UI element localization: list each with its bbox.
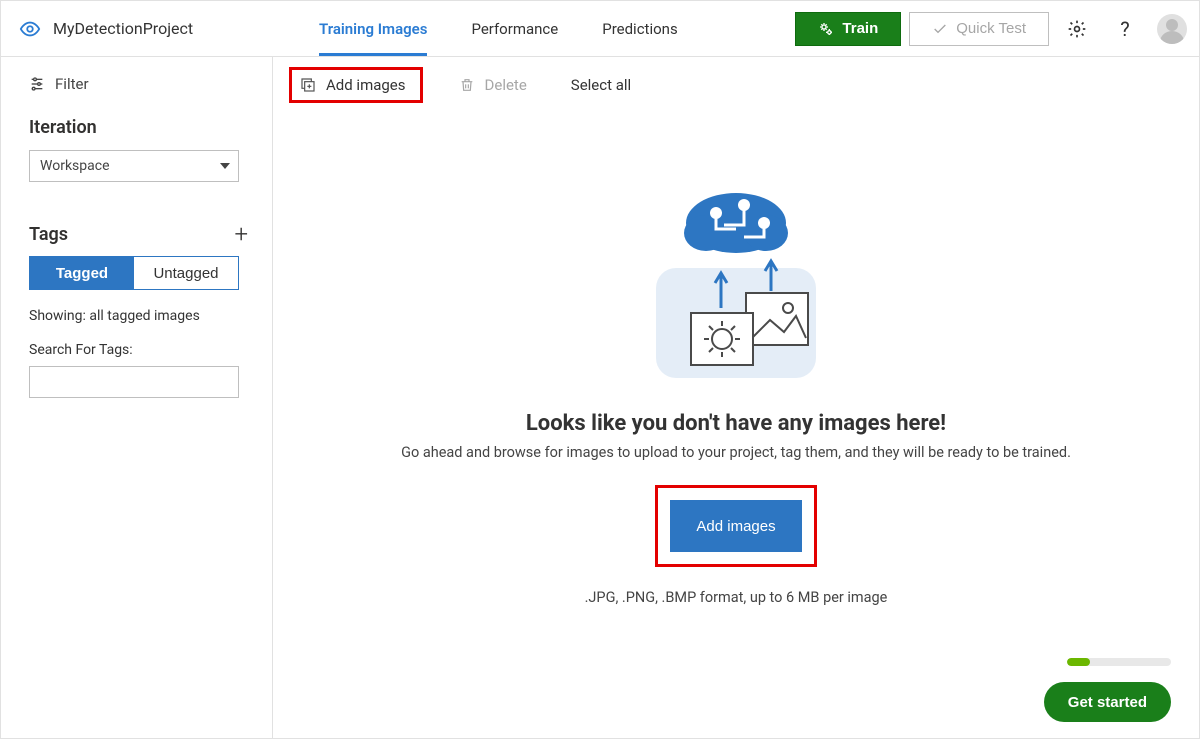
onboarding-progress <box>1067 658 1171 666</box>
search-tags-label: Search For Tags: <box>29 342 248 358</box>
empty-state: Looks like you don't have any images her… <box>273 173 1199 606</box>
search-tags-input[interactable] <box>29 366 239 398</box>
tab-training-images[interactable]: Training Images <box>297 1 449 56</box>
train-button[interactable]: Train <box>795 12 901 46</box>
help-icon: ? <box>1120 17 1129 41</box>
add-tag-button[interactable]: + <box>234 222 248 246</box>
delete-label: Delete <box>485 76 527 94</box>
tagged-filter-button[interactable]: Tagged <box>30 257 134 289</box>
iteration-heading: Iteration <box>29 117 248 138</box>
tab-predictions[interactable]: Predictions <box>580 1 699 56</box>
select-all-label: Select all <box>571 76 631 94</box>
brand-area: MyDetectionProject <box>1 1 297 56</box>
app-frame: MyDetectionProject Training Images Perfo… <box>0 0 1200 739</box>
delete-button: Delete <box>451 72 535 98</box>
add-images-icon <box>300 77 316 93</box>
filter-label: Filter <box>55 75 89 93</box>
main-area: Add images Delete Select all <box>273 57 1199 738</box>
iteration-selected-value: Workspace <box>40 158 110 174</box>
train-button-label: Train <box>842 20 878 37</box>
add-images-primary-button[interactable]: Add images <box>670 500 801 552</box>
select-all-button[interactable]: Select all <box>563 72 639 98</box>
tags-heading: Tags <box>29 224 68 245</box>
filter-toggle[interactable]: Filter <box>29 75 248 93</box>
tab-performance-label: Performance <box>471 20 558 38</box>
sidebar: Filter Iteration Workspace Tags + Tagged… <box>1 57 273 738</box>
project-logo-icon <box>19 18 41 40</box>
settings-button[interactable] <box>1057 9 1097 49</box>
check-icon <box>932 21 948 37</box>
avatar[interactable] <box>1157 14 1187 44</box>
project-name[interactable]: MyDetectionProject <box>53 19 193 38</box>
tab-predictions-label: Predictions <box>602 20 677 38</box>
empty-state-title: Looks like you don't have any images her… <box>526 411 946 436</box>
body: Filter Iteration Workspace Tags + Tagged… <box>1 57 1199 738</box>
quick-test-button: Quick Test <box>909 12 1049 46</box>
top-nav: Training Images Performance Predictions <box>297 1 700 56</box>
topbar-right: Train Quick Test ? <box>795 1 1199 56</box>
supported-formats-label: .JPG, .PNG, .BMP format, up to 6 MB per … <box>585 589 888 606</box>
trash-icon <box>459 77 475 93</box>
get-started-area: Get started <box>1044 658 1171 722</box>
showing-label: Showing: all tagged images <box>29 308 248 324</box>
untagged-filter-button[interactable]: Untagged <box>134 257 238 289</box>
onboarding-progress-bar <box>1067 658 1090 666</box>
image-toolbar: Add images Delete Select all <box>273 57 1199 113</box>
add-images-button[interactable]: Add images <box>289 67 423 103</box>
topbar: MyDetectionProject Training Images Perfo… <box>1 1 1199 57</box>
empty-state-subtitle: Go ahead and browse for images to upload… <box>401 444 1071 461</box>
tags-heading-row: Tags + <box>29 222 248 246</box>
get-started-button[interactable]: Get started <box>1044 682 1171 722</box>
empty-state-illustration <box>636 173 836 393</box>
help-button[interactable]: ? <box>1105 9 1145 49</box>
iteration-select[interactable]: Workspace <box>29 150 239 182</box>
tab-performance[interactable]: Performance <box>449 1 580 56</box>
tag-filter-toggle: Tagged Untagged <box>29 256 239 290</box>
gear-icon <box>1067 19 1087 39</box>
add-images-label: Add images <box>326 76 406 94</box>
tab-training-images-label: Training Images <box>319 20 427 38</box>
quick-test-button-label: Quick Test <box>956 20 1026 37</box>
gears-icon <box>818 21 834 37</box>
filter-icon <box>29 76 45 92</box>
add-images-primary-highlight: Add images <box>655 485 816 567</box>
